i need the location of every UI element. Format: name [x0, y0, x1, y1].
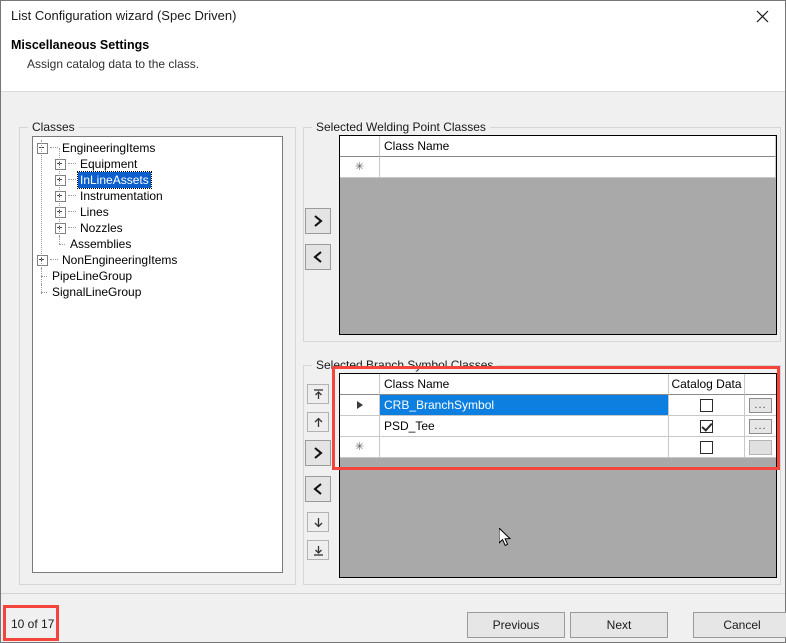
tree-item-pipelinegroup[interactable]: PipeLineGroup [33, 267, 282, 284]
tree-connector [68, 227, 76, 229]
catalog-data-checkbox[interactable] [700, 398, 713, 412]
tree-item-inlineassets[interactable]: InLineAssets [33, 171, 282, 189]
cancel-button[interactable]: Cancel [693, 612, 786, 638]
tree-item-assemblies[interactable]: Assemblies [33, 235, 282, 252]
branch-group-label: Selected Branch Symbol Classes [312, 358, 498, 372]
branch-move-to-bottom-button[interactable] [307, 540, 329, 560]
close-icon[interactable] [740, 1, 785, 31]
branch-move-down-button[interactable] [307, 512, 329, 532]
wizard-window: List Configuration wizard (Spec Driven) … [0, 0, 786, 643]
tree-item-label: InLineAssets [77, 171, 152, 189]
tree-connector [50, 259, 58, 261]
tree-item-label: Equipment [80, 157, 138, 171]
ellipsis-button[interactable]: ... [749, 397, 772, 413]
tree-connector [68, 211, 76, 213]
header-class-name: Class Name [380, 136, 776, 157]
new-row-asterisk-icon: ✳ [340, 157, 380, 178]
grid-header-row: Class Name [340, 136, 776, 157]
classes-group: Classes EngineeringItems Equipment InLineA… [19, 120, 296, 585]
tree-item-label: Nozzles [80, 221, 123, 235]
header-indicator [340, 374, 380, 395]
window-title: List Configuration wizard (Spec Driven) [11, 8, 237, 23]
cell-actions[interactable]: ... [745, 416, 776, 437]
welding-move-right-button[interactable] [305, 208, 331, 234]
classes-group-label: Classes [28, 120, 79, 134]
header-actions [745, 374, 776, 395]
current-row-arrow-icon [340, 395, 380, 416]
ellipsis-button-disabled [749, 439, 772, 455]
cell-catalog-data[interactable] [669, 437, 745, 458]
page-subtitle: Assign catalog data to the class. [27, 57, 200, 71]
tree-item-label: PipeLineGroup [52, 269, 133, 283]
tree-item-lines[interactable]: Lines [33, 204, 282, 220]
welding-move-left-button[interactable] [305, 244, 331, 270]
title-bar: List Configuration wizard (Spec Driven) … [1, 1, 785, 92]
tree-connector [50, 147, 58, 149]
tree-item-engineeringitems[interactable]: EngineeringItems [33, 140, 282, 156]
table-row[interactable]: CRB_BranchSymbol ... [340, 395, 776, 416]
cell-catalog-data[interactable] [669, 416, 745, 437]
welding-point-grid[interactable]: Class Name ✳ [339, 135, 777, 335]
table-row[interactable]: ✳ [340, 157, 776, 178]
ellipsis-button[interactable]: ... [749, 418, 772, 434]
row-indicator [340, 416, 380, 437]
cell-class-name[interactable] [380, 157, 776, 178]
tree-vline [41, 140, 43, 294]
tree-item-label: Assemblies [70, 237, 132, 251]
header-class-name: Class Name [380, 374, 669, 395]
tree-connector [68, 163, 76, 165]
tree-item-nozzles[interactable]: Nozzles [33, 220, 282, 236]
previous-button[interactable]: Previous [467, 612, 565, 638]
welding-point-classes-group: Selected Welding Point Classes Class Nam… [303, 120, 781, 342]
cell-class-name[interactable]: CRB_BranchSymbol [380, 395, 669, 416]
tree-connector [68, 195, 76, 197]
header-catalog-data: Catalog Data [669, 374, 745, 395]
tree-vline [59, 148, 61, 244]
branch-symbol-grid[interactable]: Class Name Catalog Data CRB_BranchSymbol… [339, 373, 777, 578]
branch-move-up-button[interactable] [307, 412, 329, 432]
tree-item-instrumentation[interactable]: Instrumentation [33, 188, 282, 204]
grid-header-row: Class Name Catalog Data [340, 374, 776, 395]
tree-item-signallinegroup[interactable]: SignalLineGroup [33, 283, 282, 300]
branch-move-to-top-button[interactable] [307, 384, 329, 404]
page-count-label: 10 of 17 [11, 617, 55, 631]
cell-actions [745, 437, 776, 458]
tree-item-label: SignalLineGroup [52, 285, 142, 299]
next-button[interactable]: Next [570, 612, 668, 638]
page-title: Miscellaneous Settings [11, 38, 150, 52]
tree-item-label: NonEngineeringItems [62, 253, 178, 267]
branch-move-right-button[interactable] [305, 440, 331, 466]
table-row[interactable]: ✳ [340, 437, 776, 458]
tree-item-label: EngineeringItems [62, 141, 156, 155]
tree-connector [68, 179, 76, 181]
cell-actions[interactable]: ... [745, 395, 776, 416]
cell-class-name[interactable] [380, 437, 669, 458]
welding-group-label: Selected Welding Point Classes [312, 120, 490, 134]
branch-move-left-button[interactable] [305, 476, 331, 502]
footer-divider [1, 593, 785, 594]
tree-item-label: Lines [80, 205, 109, 219]
tree-item-equipment[interactable]: Equipment [33, 156, 282, 172]
classes-tree[interactable]: EngineeringItems Equipment InLineAssets Ins… [32, 136, 283, 573]
table-row[interactable]: PSD_Tee ... [340, 416, 776, 437]
header-indicator [340, 136, 380, 157]
cell-class-name[interactable]: PSD_Tee [380, 416, 669, 437]
branch-symbol-classes-group: Selected Branch Symbol Classes Class Nam… [303, 358, 781, 585]
tree-item-nonengineeringitems[interactable]: NonEngineeringItems [33, 252, 282, 268]
catalog-data-checkbox[interactable] [700, 419, 713, 433]
catalog-data-checkbox[interactable] [700, 440, 713, 454]
tree-item-label: Instrumentation [80, 189, 163, 203]
cell-catalog-data[interactable] [669, 395, 745, 416]
new-row-asterisk-icon: ✳ [340, 437, 380, 458]
